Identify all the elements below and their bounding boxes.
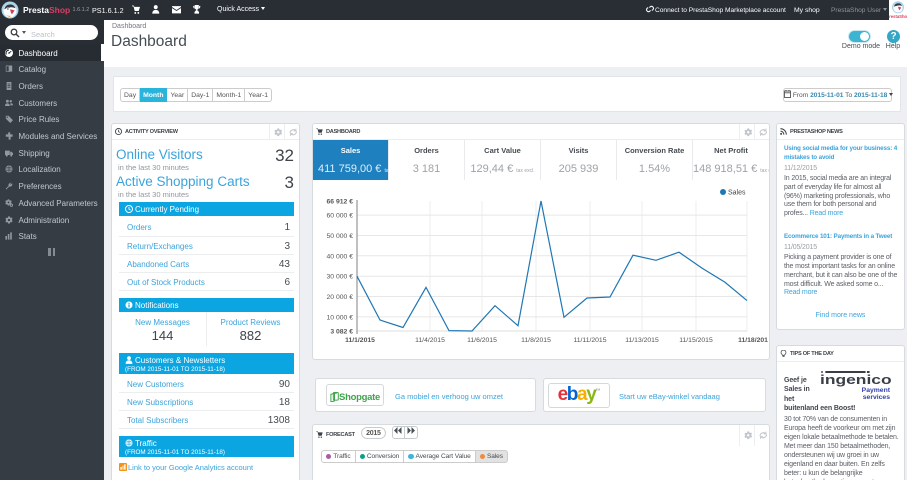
svg-text:40 000 €: 40 000 € bbox=[327, 253, 354, 260]
svg-text:11/18/201: 11/18/201 bbox=[738, 337, 768, 344]
svg-text:50 000 €: 50 000 € bbox=[327, 233, 354, 240]
svg-text:11/6/2015: 11/6/2015 bbox=[467, 337, 497, 344]
svg-text:60 000 €: 60 000 € bbox=[327, 213, 354, 220]
svg-text:PrestaShop: PrestaShop bbox=[889, 14, 907, 19]
svg-text:11/15/2015: 11/15/2015 bbox=[679, 337, 713, 344]
svg-text:11/8/2015: 11/8/2015 bbox=[521, 337, 551, 344]
svg-text:30 000 €: 30 000 € bbox=[327, 274, 354, 281]
svg-text:11/4/2015: 11/4/2015 bbox=[415, 337, 445, 344]
svg-text:11/11/2015: 11/11/2015 bbox=[573, 337, 606, 344]
svg-text:20 000 €: 20 000 € bbox=[327, 294, 354, 301]
svg-text:11/1/2015: 11/1/2015 bbox=[345, 337, 375, 344]
svg-text:11/13/2015: 11/13/2015 bbox=[625, 337, 659, 344]
svg-text:66 912 €: 66 912 € bbox=[327, 199, 354, 206]
svg-text:10 000 €: 10 000 € bbox=[327, 314, 354, 321]
svg-text:Sales: Sales bbox=[728, 190, 746, 197]
svg-text:3 082 €: 3 082 € bbox=[330, 329, 353, 336]
